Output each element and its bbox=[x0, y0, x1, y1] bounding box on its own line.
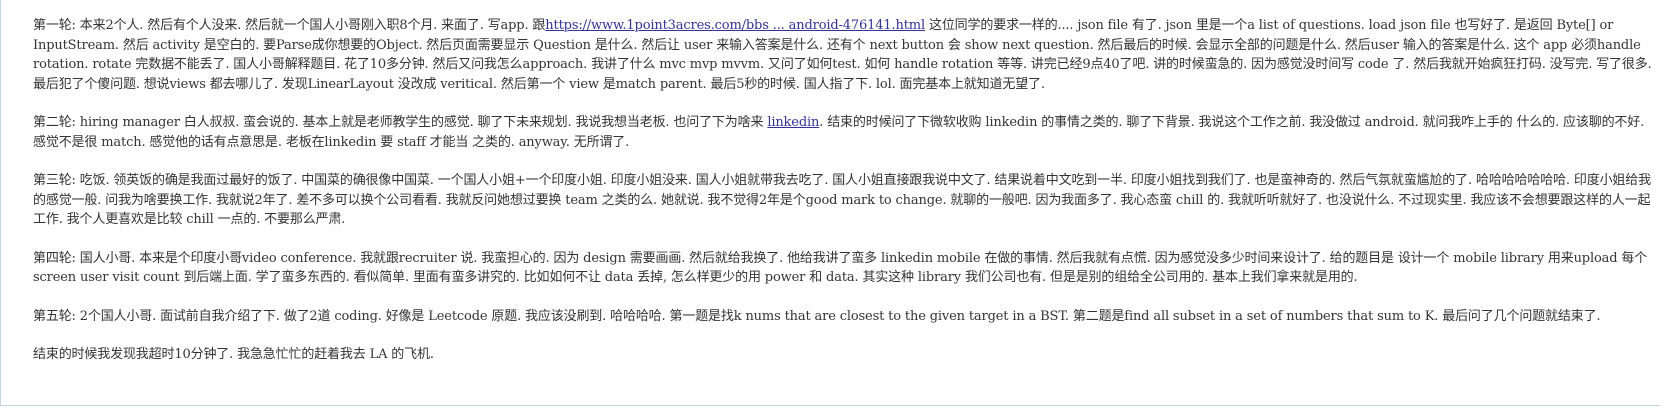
round2-text-a: 第二轮: hiring manager 白人叔叔. 蛮会说的. 基本上就是老师教… bbox=[33, 115, 768, 130]
round1-text-a: 第一轮: 本来2个人. 然后有个人没来. 然后就一个国人小哥刚入职8个月. 来面… bbox=[33, 18, 546, 33]
paragraph-round-1: 第一轮: 本来2个人. 然后有个人没来. 然后就一个国人小哥刚入职8个月. 来面… bbox=[33, 16, 1657, 94]
paragraph-round-2: 第二轮: hiring manager 白人叔叔. 蛮会说的. 基本上就是老师教… bbox=[33, 113, 1657, 152]
thread-link[interactable]: https://www.1point3acres.com/bbs ... and… bbox=[545, 18, 925, 33]
linkedin-link[interactable]: linkedin bbox=[767, 115, 819, 130]
paragraph-round-4: 第四轮: 国人小哥. 本来是个印度小哥video conference. 我就跟… bbox=[33, 250, 1648, 286]
paragraph-round-3: 第三轮: 吃饭. 领英饭的确是我面过最好的饭了. 中国菜的确很像中国菜. 一个国… bbox=[33, 173, 1651, 227]
paragraph-round-5: 第五轮: 2个国人小哥. 面试前自我介绍了下. 做了2道 coding. 好像是… bbox=[33, 308, 1601, 324]
paragraph-ending: 结束的时候我发现我超时10分钟了. 我急急忙忙的赶着我去 LA 的飞机. bbox=[33, 347, 434, 362]
forum-post: 第一轮: 本来2个人. 然后有个人没来. 然后就一个国人小哥刚入职8个月. 来面… bbox=[0, 0, 1660, 406]
post-content: 第一轮: 本来2个人. 然后有个人没来. 然后就一个国人小哥刚入职8个月. 来面… bbox=[33, 16, 1657, 384]
